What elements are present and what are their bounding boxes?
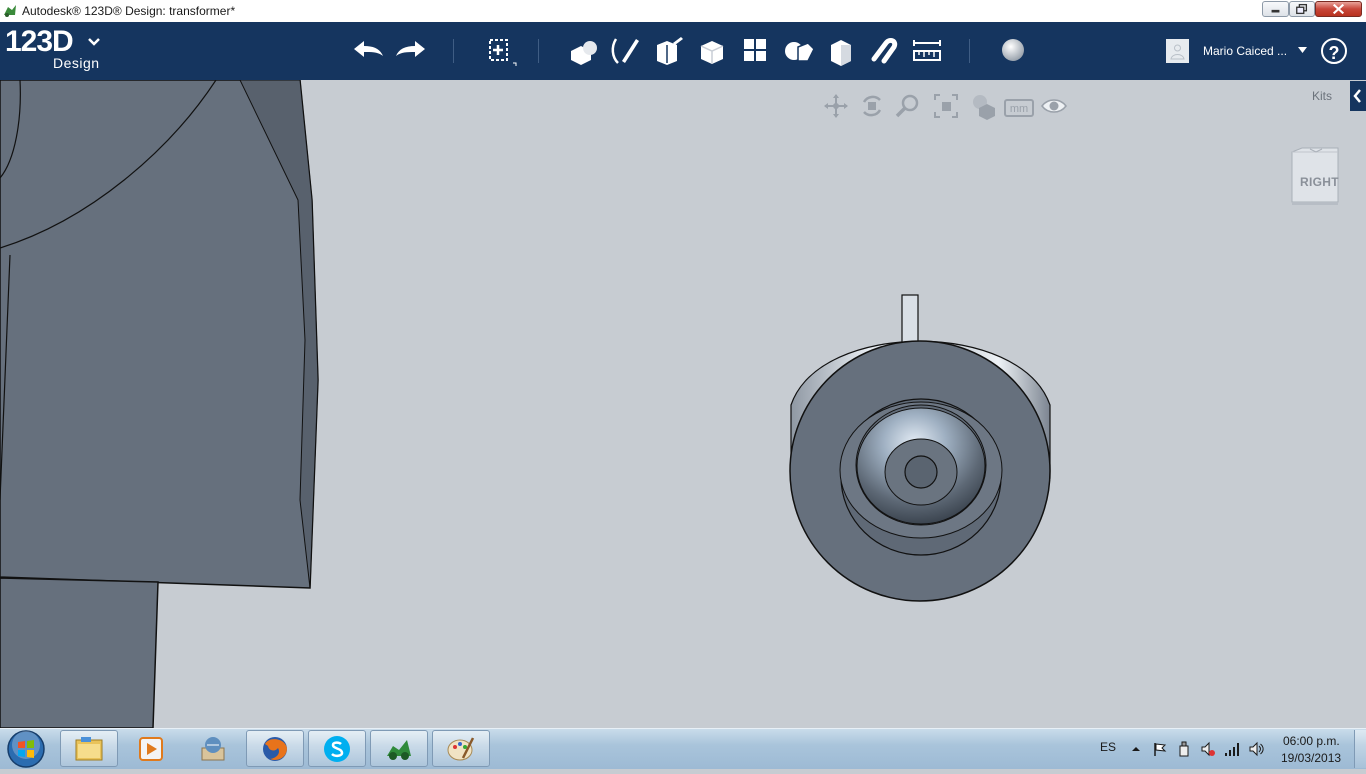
- taskbar-firefox[interactable]: [246, 730, 304, 767]
- window-title: Autodesk® 123D® Design: transformer*: [22, 4, 236, 18]
- kits-label[interactable]: Kits: [1312, 89, 1332, 103]
- viewcube-face-label: RIGHT: [1300, 175, 1339, 189]
- paint-icon: [447, 737, 475, 761]
- skype-icon: [324, 736, 350, 762]
- logo-subtitle: Design: [53, 55, 100, 71]
- model-scene[interactable]: [0, 80, 1366, 728]
- usb-device-icon[interactable]: [1176, 741, 1192, 757]
- toolbar-separator: [969, 39, 970, 63]
- units-icon[interactable]: mm: [1004, 99, 1034, 117]
- windows-taskbar: ES 06:00 p.m. 19/03/2013: [0, 728, 1366, 769]
- logo-text: 123D: [5, 25, 74, 58]
- 3d-viewport[interactable]: mm Kits RIGHT: [0, 80, 1366, 728]
- measure-icon[interactable]: [909, 33, 945, 69]
- pan-icon[interactable]: [822, 92, 850, 120]
- taskbar-explorer[interactable]: [60, 730, 118, 767]
- modify-icon[interactable]: [694, 33, 730, 69]
- visibility-icon[interactable]: [1040, 92, 1068, 120]
- archive-icon: [201, 737, 225, 761]
- taskbar-archive[interactable]: [184, 730, 242, 767]
- start-button[interactable]: [4, 729, 48, 769]
- language-indicator[interactable]: ES: [1100, 740, 1116, 754]
- transform-icon[interactable]: [481, 33, 517, 69]
- windows-explorer-icon: [75, 737, 103, 761]
- primitives-icon[interactable]: [565, 33, 601, 69]
- window-title-bar: Autodesk® 123D® Design: transformer*: [0, 0, 1366, 23]
- orbit-icon[interactable]: [858, 92, 886, 120]
- action-center-flag-icon[interactable]: [1152, 741, 1168, 757]
- app-menu-logo[interactable]: 123D Design: [5, 25, 105, 77]
- chevron-down-icon: [88, 38, 100, 46]
- navigation-bar: mm: [818, 92, 1078, 120]
- construct-icon[interactable]: [651, 33, 687, 69]
- main-toolbar: 123D Design Mario Caiced ... ?: [0, 22, 1366, 80]
- chevron-left-icon: [1353, 89, 1361, 103]
- combine-icon[interactable]: [823, 33, 859, 69]
- material-icon[interactable]: [995, 33, 1031, 69]
- redo-icon[interactable]: [393, 33, 429, 69]
- speaker-icon[interactable]: [1248, 741, 1264, 757]
- media-player-icon: [139, 737, 163, 761]
- network-signal-icon[interactable]: [1224, 741, 1240, 757]
- taskbar-media-player[interactable]: [122, 730, 180, 767]
- help-button[interactable]: ?: [1321, 38, 1347, 64]
- caret-down-icon[interactable]: [1298, 47, 1307, 53]
- undo-icon[interactable]: [350, 33, 386, 69]
- volume-warning-icon[interactable]: [1200, 741, 1216, 757]
- windows-logo-icon: [7, 730, 45, 768]
- app-icon: [4, 5, 16, 17]
- taskbar-123d-design[interactable]: [370, 730, 428, 767]
- firefox-icon: [263, 737, 287, 761]
- sketch-icon[interactable]: [608, 33, 644, 69]
- taskbar-paint[interactable]: [432, 730, 490, 767]
- avatar[interactable]: [1166, 39, 1189, 63]
- clock-date[interactable]: 19/03/2013: [1281, 751, 1341, 765]
- toolbar-separator: [453, 39, 454, 63]
- toolbar-separator: [538, 39, 539, 63]
- snap-icon[interactable]: [866, 33, 902, 69]
- restore-button[interactable]: [1289, 1, 1315, 17]
- minimize-button[interactable]: [1262, 1, 1289, 17]
- pattern-icon[interactable]: [737, 33, 773, 69]
- taskbar-skype[interactable]: [308, 730, 366, 767]
- grouping-icon[interactable]: [780, 33, 816, 69]
- user-name[interactable]: Mario Caiced ...: [1203, 44, 1287, 58]
- fit-icon[interactable]: [932, 92, 960, 120]
- clock-time[interactable]: 06:00 p.m.: [1283, 734, 1340, 748]
- show-hidden-icons-icon[interactable]: [1128, 741, 1144, 757]
- 123d-design-icon: [387, 740, 411, 760]
- view-mode-icon[interactable]: [969, 92, 997, 120]
- kits-panel-toggle[interactable]: [1350, 81, 1366, 111]
- zoom-icon[interactable]: [894, 92, 922, 120]
- show-desktop-button[interactable]: [1354, 730, 1366, 768]
- close-button[interactable]: [1315, 1, 1362, 17]
